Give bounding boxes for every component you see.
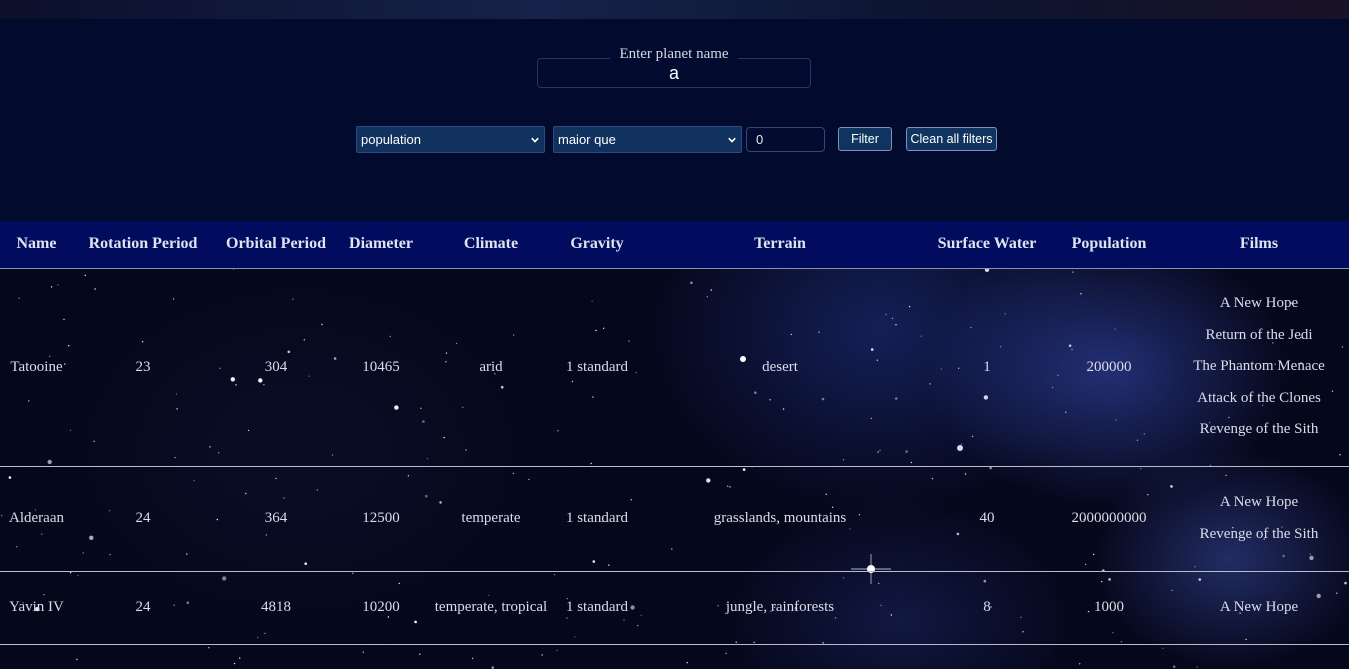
table-row: Tatooine 23 304 10465 arid 1 standard de…: [0, 268, 1349, 467]
table-row: Alderaan 24 364 12500 temperate 1 standa…: [0, 466, 1349, 572]
column-header-films: Films: [1169, 221, 1349, 269]
chevron-down-icon: [531, 137, 539, 143]
column-header-name: Name: [0, 221, 73, 269]
cell-climate: temperate, tropical: [423, 571, 559, 645]
clear-filters-button[interactable]: Clean all filters: [906, 127, 997, 151]
column-select-value: population: [361, 132, 421, 147]
cell-gravity: 1 standard: [559, 466, 635, 572]
comparison-select-value: maior que: [558, 132, 616, 147]
film-item: A New Hope: [1219, 494, 1299, 510]
page-header: Enter planet name population maior que F…: [0, 19, 1349, 221]
planet-name-input[interactable]: [537, 58, 811, 88]
column-header-surface-water: Surface Water: [925, 221, 1049, 269]
film-item: The Phantom Menace: [1193, 358, 1325, 375]
cell-surface-water: 8: [925, 571, 1049, 645]
cell-gravity: 1 standard: [559, 571, 635, 645]
film-item: Revenge of the Sith: [1199, 525, 1319, 542]
cell-name: Tatooine: [0, 268, 73, 467]
column-header-orbital-period: Orbital Period: [213, 221, 339, 269]
top-banner-strip: [0, 0, 1349, 19]
cell-population: 200000: [1049, 268, 1169, 467]
cell-name: Yavin IV: [0, 571, 73, 645]
cell-population: 2000000000: [1049, 466, 1169, 572]
cell-orbital-period: 364: [213, 466, 339, 572]
cell-climate: arid: [423, 268, 559, 467]
comparison-select[interactable]: maior que: [553, 126, 742, 153]
cell-films: A New Hope Return of the Jedi The Phanto…: [1169, 268, 1349, 467]
column-header-terrain: Terrain: [635, 221, 925, 269]
column-header-population: Population: [1049, 221, 1169, 269]
cell-terrain: jungle, rainforests: [635, 571, 925, 645]
filter-bar: population maior que Filter Clean all fi…: [0, 126, 1349, 154]
cell-terrain: desert: [635, 268, 925, 467]
cell-films: A New Hope: [1169, 571, 1349, 645]
cell-climate: temperate: [423, 466, 559, 572]
film-item: A New Hope: [1219, 598, 1299, 615]
cell-diameter: 10465: [339, 268, 423, 467]
film-item: Revenge of the Sith: [1199, 421, 1319, 438]
cell-surface-water: 1: [925, 268, 1049, 467]
value-input[interactable]: [746, 127, 825, 152]
cell-rotation-period: 24: [73, 466, 213, 572]
cell-rotation-period: 23: [73, 268, 213, 467]
cell-terrain: grasslands, mountains: [635, 466, 925, 572]
planets-table: Name Rotation Period Orbital Period Diam…: [0, 221, 1349, 645]
column-header-gravity: Gravity: [559, 221, 635, 269]
cell-name: Alderaan: [0, 466, 73, 572]
column-header-climate: Climate: [423, 221, 559, 269]
film-item: Attack of the Clones: [1197, 389, 1321, 406]
search-label: Enter planet name: [537, 46, 811, 62]
cell-diameter: 12500: [339, 466, 423, 572]
cell-diameter: 10200: [339, 571, 423, 645]
column-select[interactable]: population: [356, 126, 545, 153]
search-field: Enter planet name: [537, 46, 811, 88]
film-item: Return of the Jedi: [1205, 326, 1313, 343]
film-item: A New Hope: [1219, 295, 1299, 312]
cell-orbital-period: 304: [213, 268, 339, 467]
cell-films: A New Hope Revenge of the Sith: [1169, 466, 1349, 572]
column-header-diameter: Diameter: [339, 221, 423, 269]
table-header-row: Name Rotation Period Orbital Period Diam…: [0, 221, 1349, 269]
column-header-rotation-period: Rotation Period: [73, 221, 213, 269]
cell-population: 1000: [1049, 571, 1169, 645]
chevron-down-icon: [728, 137, 736, 143]
cell-orbital-period: 4818: [213, 571, 339, 645]
filter-button[interactable]: Filter: [838, 127, 892, 151]
cell-rotation-period: 24: [73, 571, 213, 645]
table-row: Yavin IV 24 4818 10200 temperate, tropic…: [0, 571, 1349, 645]
cell-surface-water: 40: [925, 466, 1049, 572]
cell-gravity: 1 standard: [559, 268, 635, 467]
